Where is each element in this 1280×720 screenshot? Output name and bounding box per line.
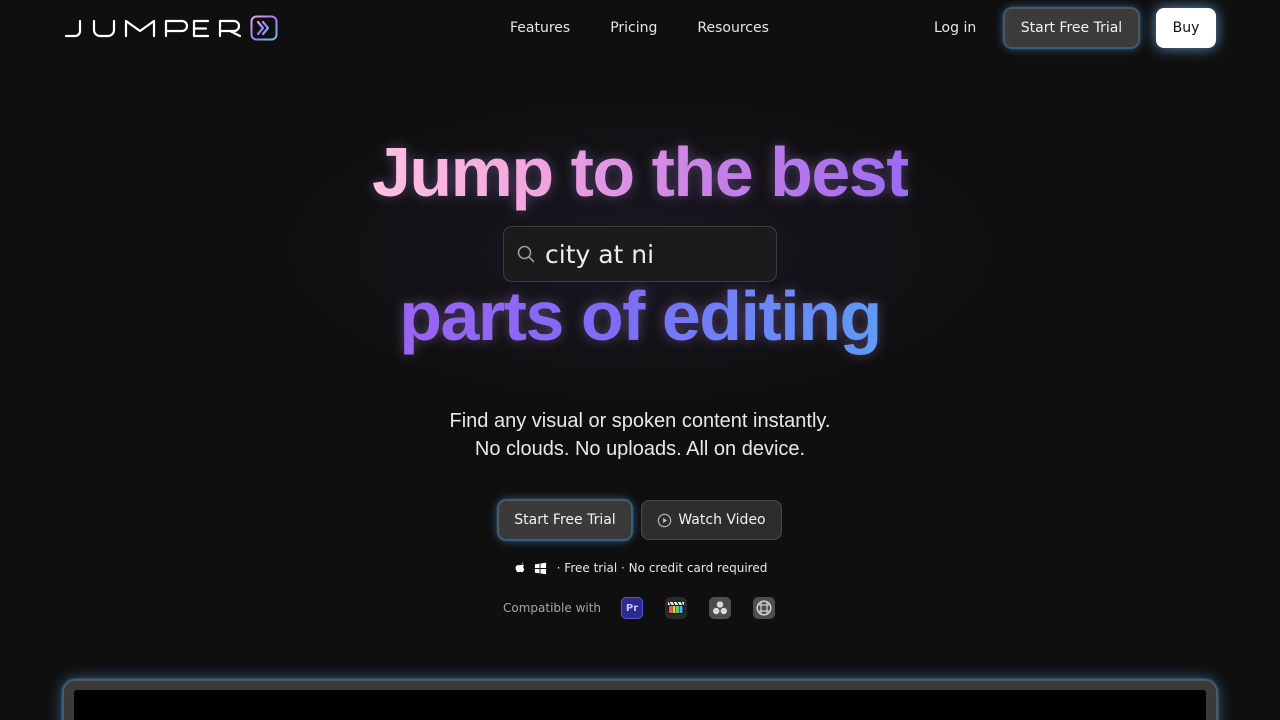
apple-icon <box>515 561 525 572</box>
nav-link-pricing[interactable]: Pricing <box>590 0 677 56</box>
brand-logo[interactable] <box>64 15 278 41</box>
hero-headline-line-2: parts of editing <box>0 276 1280 356</box>
watch-video-button[interactable]: Watch Video <box>641 500 782 540</box>
final-cut-pro-icon <box>665 597 688 619</box>
app-preview-screen <box>74 690 1206 720</box>
demo-search-box[interactable]: city at ni <box>503 226 777 282</box>
nav-links: Features Pricing Resources <box>490 0 789 56</box>
windows-icon <box>534 562 546 574</box>
search-query-text: city at ni <box>545 239 655 269</box>
hero-subtitle-line-2: No clouds. No uploads. All on device. <box>474 438 806 460</box>
jumper-wordmark <box>64 19 242 38</box>
avid-media-composer-icon <box>753 597 776 619</box>
nav-link-resources[interactable]: Resources <box>677 0 789 56</box>
compatible-with-label: Compatible with <box>503 601 602 615</box>
nav-buy-button[interactable]: Buy <box>1156 8 1216 48</box>
nav-start-free-trial-button[interactable]: Start Free Trial <box>1004 8 1139 48</box>
login-link[interactable]: Log in <box>920 0 990 56</box>
premiere-pro-icon-label: Pr <box>625 602 639 614</box>
hero-headline-line-1-text: Jump to the best <box>371 133 910 211</box>
search-icon <box>517 245 535 263</box>
play-circle-icon <box>658 513 672 527</box>
hero-headline-line-2-text: parts of editing <box>399 277 882 355</box>
hero-subtitle-line-1: Find any visual or spoken content instan… <box>449 410 831 432</box>
top-navigation: Features Pricing Resources Log in Start … <box>0 0 1280 56</box>
davinci-resolve-icon <box>709 597 732 619</box>
jumper-logo-icon <box>250 15 278 41</box>
premiere-pro-icon: Pr <box>621 597 644 619</box>
hero-start-free-trial-button[interactable]: Start Free Trial <box>498 500 632 540</box>
hero-headline-line-1: Jump to the best <box>0 132 1280 212</box>
platform-note: · Free trial · No credit card required <box>0 559 1280 577</box>
nav-link-features[interactable]: Features <box>490 0 590 56</box>
watch-video-label: Watch Video <box>678 512 766 528</box>
compatibility-row: Compatible with Pr <box>503 596 797 620</box>
free-trial-note: · Free trial · No credit card required <box>556 561 768 575</box>
